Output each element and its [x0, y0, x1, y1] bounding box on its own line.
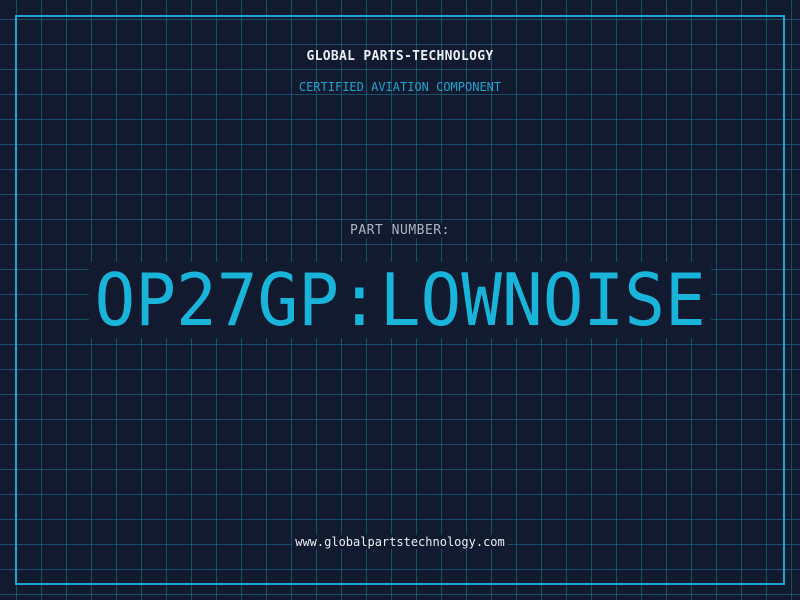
website-url: www.globalpartstechnology.com	[292, 535, 508, 549]
part-number-label-row: PART NUMBER:	[0, 219, 800, 238]
tagline: CERTIFIED AVIATION COMPONENT	[298, 80, 502, 94]
part-number-label: PART NUMBER:	[346, 223, 454, 238]
brand-title: GLOBAL PARTS-TECHNOLOGY	[306, 49, 494, 64]
footer-row: www.globalpartstechnology.com	[0, 531, 800, 550]
part-number-row: OP27GP:LOWNOISE	[0, 262, 800, 338]
part-number: OP27GP:LOWNOISE	[88, 262, 712, 338]
